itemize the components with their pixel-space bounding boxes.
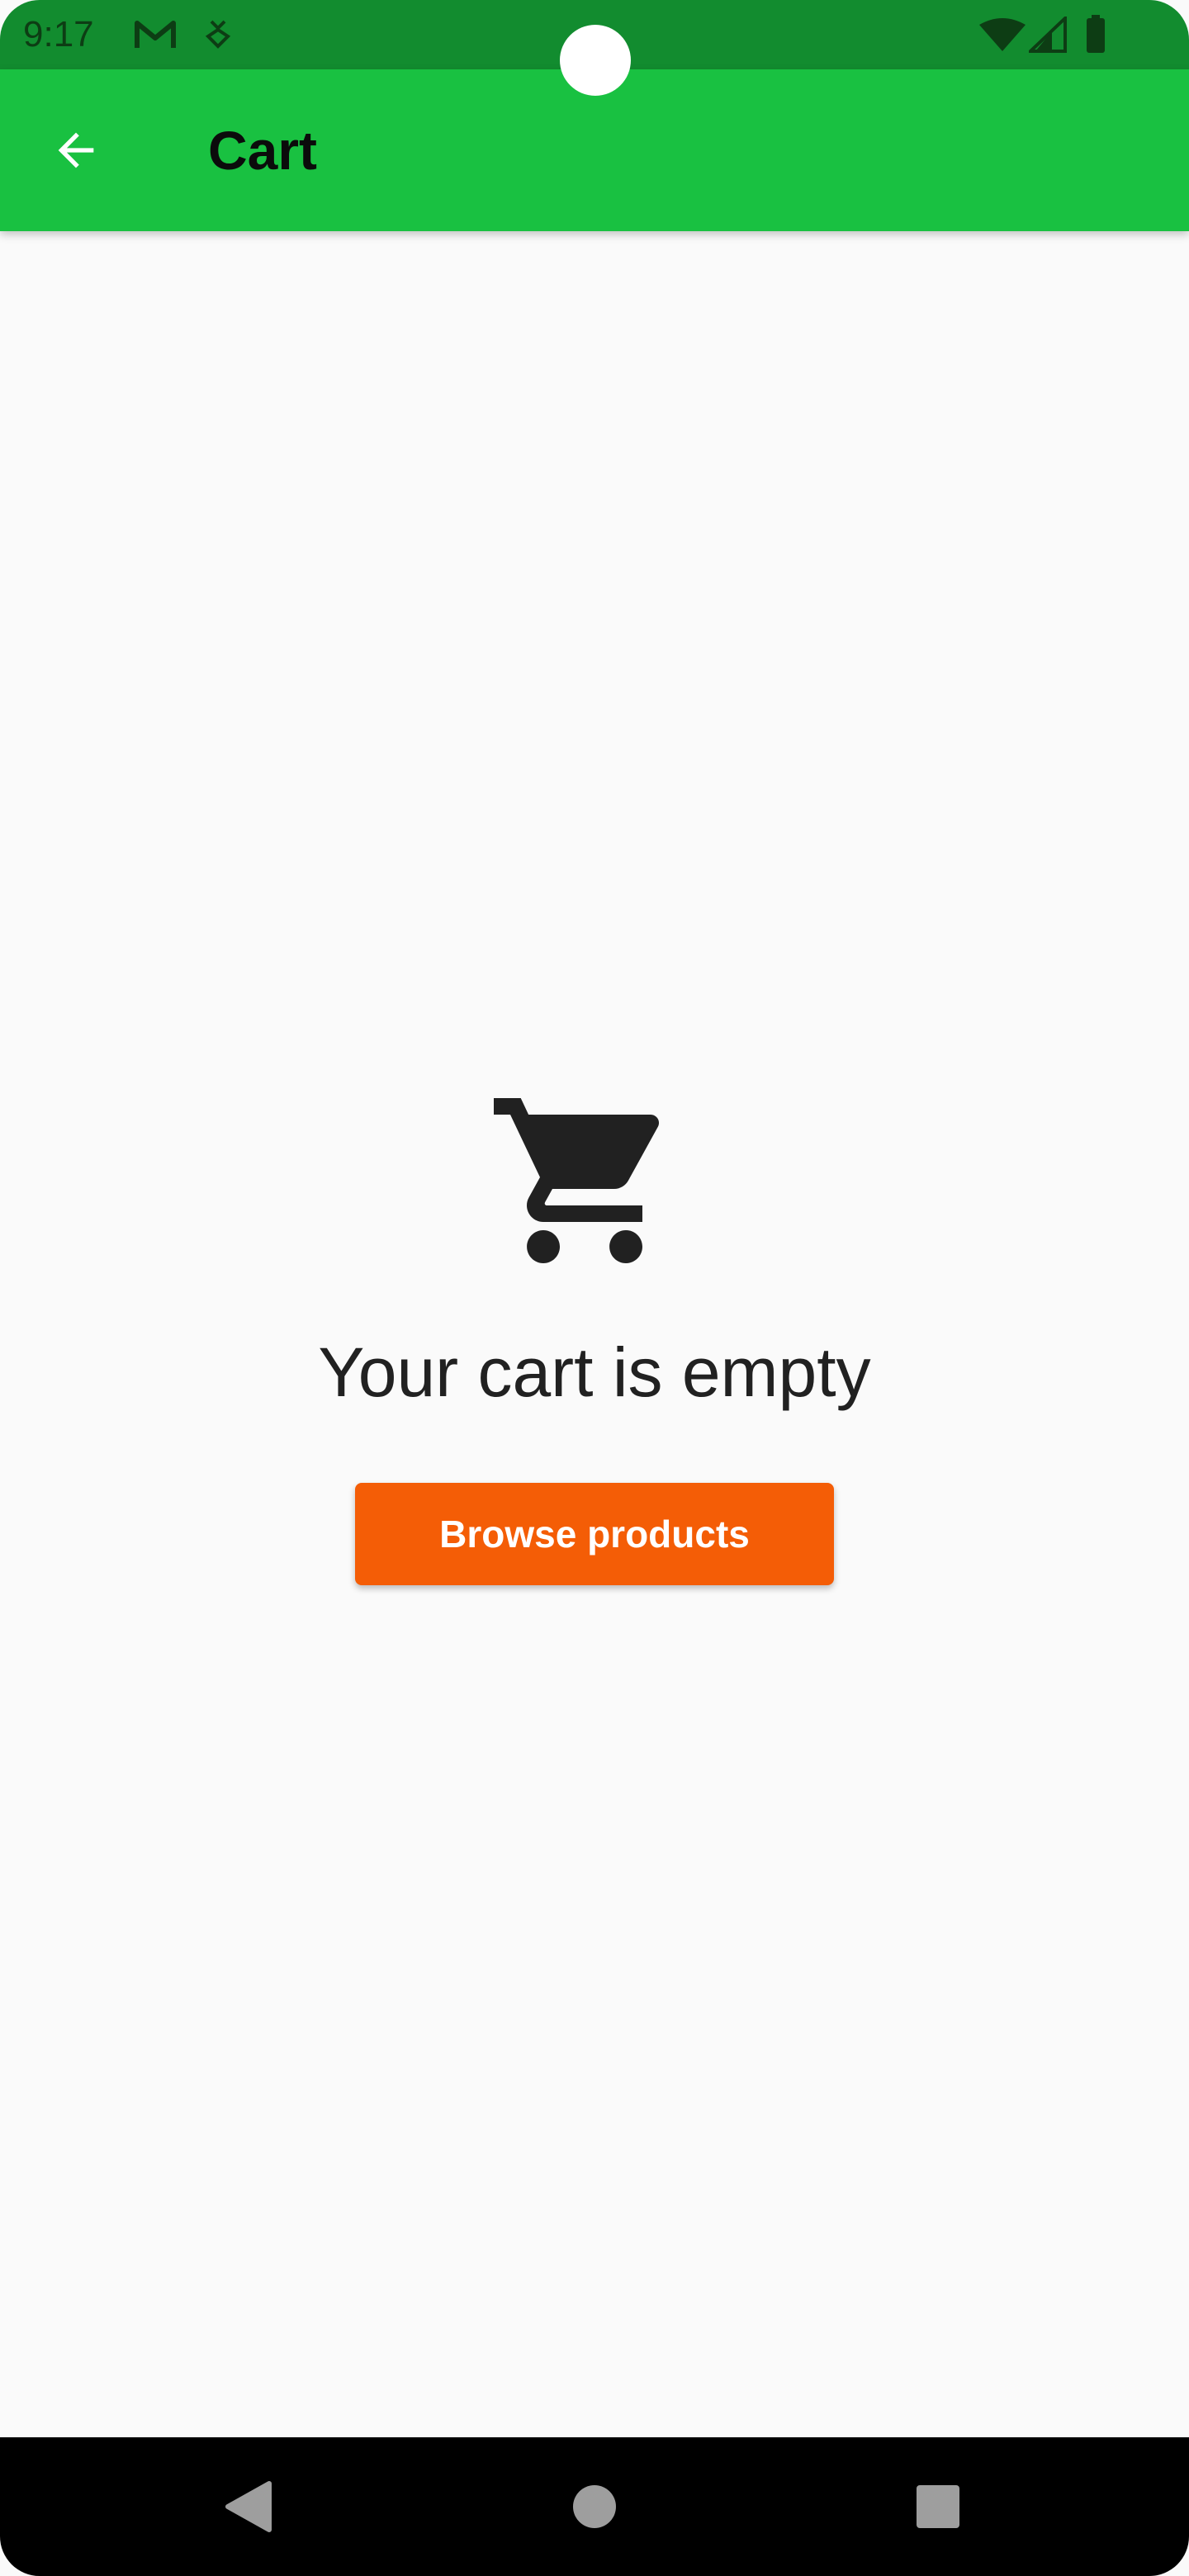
battery-icon <box>1087 15 1105 53</box>
status-time: 9:17 <box>23 14 94 54</box>
arrow-back-icon <box>58 132 94 168</box>
browse-products-button[interactable]: Browse products <box>355 1483 834 1585</box>
recents-square-icon[interactable] <box>915 2484 961 2530</box>
back-triangle-icon[interactable] <box>223 2480 272 2533</box>
wifi-icon <box>979 18 1026 51</box>
signal-icon <box>1029 17 1067 53</box>
system-nav-bar <box>0 2437 1189 2576</box>
page-title: Cart <box>208 120 318 181</box>
download-notification-icon <box>205 20 231 49</box>
shopping-cart-icon <box>494 1098 660 1263</box>
gmail-icon <box>135 21 176 48</box>
back-button[interactable] <box>33 107 119 193</box>
home-circle-icon[interactable] <box>571 2484 618 2530</box>
empty-cart-message: Your cart is empty <box>318 1333 871 1411</box>
camera-cutout <box>560 25 631 96</box>
